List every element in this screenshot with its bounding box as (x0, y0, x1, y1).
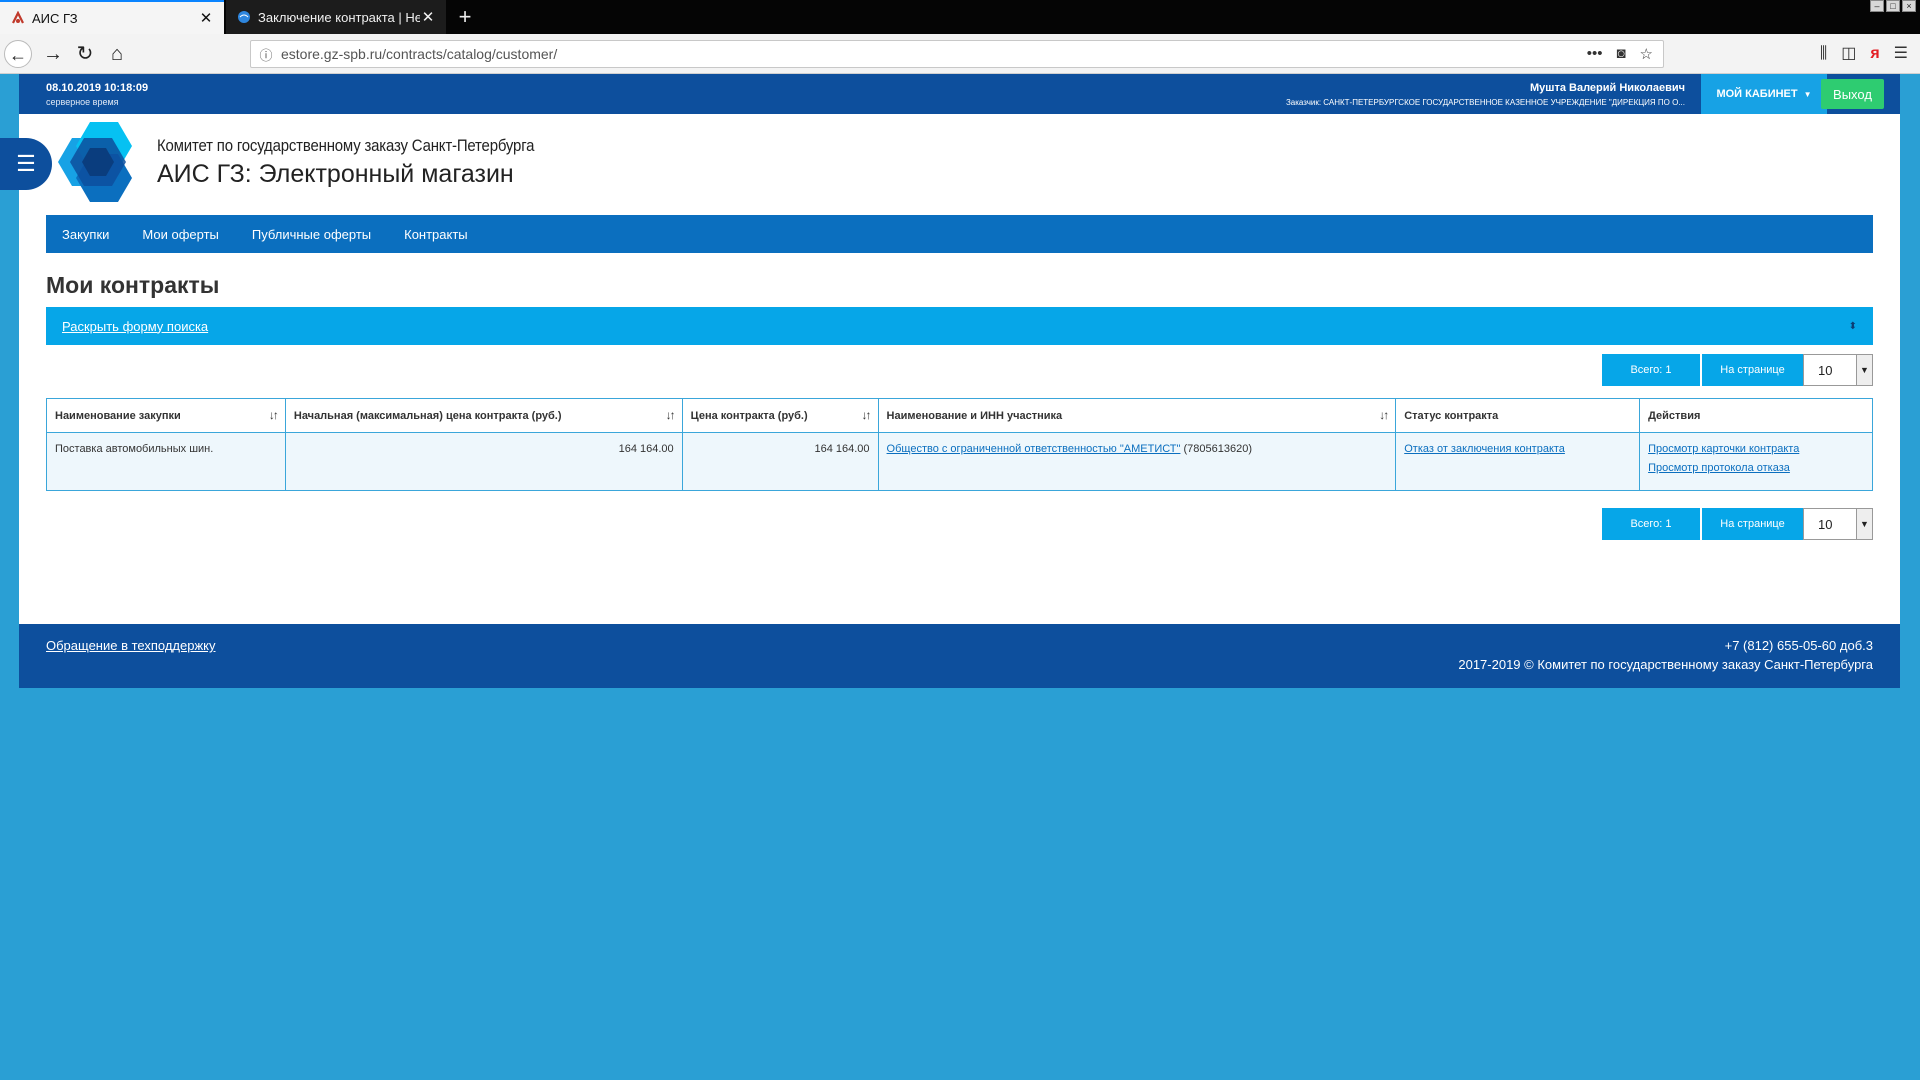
search-form-toggle-bar[interactable]: Раскрыть форму поиска ⬍ (46, 307, 1873, 345)
dropdown-arrow-icon[interactable]: ▼ (1856, 355, 1872, 385)
column-header-max-price[interactable]: Начальная (максимальная) цена контракта … (284, 398, 683, 433)
expand-toggle-icon[interactable]: ⬍ (1849, 321, 1857, 332)
per-page-label: На странице (1702, 508, 1803, 540)
browser-tab-help[interactable]: Заключение контракта | Help ✕ (226, 0, 446, 34)
pocket-icon[interactable]: ◙ (1616, 45, 1625, 63)
cell-price: 164 164.00 (681, 432, 879, 491)
per-page-value: 10 (1818, 516, 1833, 532)
browser-toolbar: ⫼ ◫ я ☰ (1820, 40, 1920, 68)
site-favicon-icon (10, 10, 26, 26)
column-header-purchase[interactable]: Наименование закупки ↓↑ (46, 398, 286, 433)
participant-link[interactable]: Общество с ограниченной ответственностью… (887, 443, 1181, 455)
page-actions-icon[interactable]: ••• (1587, 45, 1603, 63)
column-header-actions: Действия (1639, 398, 1873, 433)
address-bar[interactable]: ⓘ estore.gz-spb.ru/contracts/catalog/cus… (250, 40, 1664, 68)
cell-status: Отказ от заключения контракта (1395, 432, 1641, 491)
nav-item-contracts[interactable]: Контракты (404, 227, 468, 242)
user-name: Мушта Валерий Николаевич (1530, 82, 1685, 94)
contracts-table: Наименование закупки ↓↑ Начальная (максим… (46, 398, 1873, 491)
sort-icon[interactable]: ↓↑ (269, 408, 279, 422)
url-text: estore.gz-spb.ru/contracts/catalog/custo… (281, 46, 558, 62)
browser-tab-ais[interactable]: АИС ГЗ ✕ (0, 0, 224, 34)
dropdown-arrow-icon[interactable]: ▼ (1856, 509, 1872, 539)
view-contract-card-link[interactable]: Просмотр карточки контракта (1648, 443, 1864, 455)
my-cabinet-button[interactable]: МОЙ КАБИНЕТ ▼ (1701, 74, 1827, 114)
cell-purchase: Поставка автомобильных шин. (46, 432, 286, 491)
hamburger-menu-icon[interactable]: ☰ (0, 138, 52, 190)
minimize-icon[interactable]: – (1870, 0, 1884, 12)
reload-button[interactable]: ↻ (71, 40, 99, 68)
nav-item-my-offers[interactable]: Мои оферты (142, 227, 218, 242)
globe-icon (236, 9, 252, 25)
view-refusal-protocol-link[interactable]: Просмотр протокола отказа (1648, 462, 1864, 474)
pager-top: Всего: 1 На странице 10 ▼ (1602, 354, 1873, 386)
support-link[interactable]: Обращение в техподдержку (46, 638, 216, 653)
browser-navigation-bar: ← → ↻ ⌂ ⓘ estore.gz-spb.ru/contracts/cat… (0, 34, 1920, 74)
server-time: 08.10.2019 10:18:09 (46, 82, 149, 94)
close-window-icon[interactable]: × (1902, 0, 1916, 12)
sort-icon[interactable]: ↓↑ (1379, 408, 1389, 422)
cell-participant: Общество с ограниченной ответственностью… (877, 432, 1397, 491)
total-count: Всего: 1 (1602, 354, 1700, 386)
sort-icon[interactable]: ↓↑ (666, 408, 676, 422)
expand-search-link[interactable]: Раскрыть форму поиска (62, 319, 1849, 334)
tab-title: Заключение контракта | Help (258, 9, 420, 25)
nav-item-public-offers[interactable]: Публичные оферты (252, 227, 371, 242)
main-navigation: Закупки Мои оферты Публичные оферты Конт… (46, 215, 1873, 253)
sidebar-icon[interactable]: ◫ (1841, 40, 1856, 68)
per-page-label: На странице (1702, 354, 1803, 386)
participant-inn: (7805613620) (1183, 443, 1253, 455)
support-phone: +7 (812) 655-05-60 доб.3 (1724, 638, 1873, 653)
page: 08.10.2019 10:18:09 серверное время Мушт… (0, 74, 1900, 688)
back-button[interactable]: ← (4, 40, 32, 68)
close-tab-icon[interactable]: ✕ (420, 8, 436, 26)
cell-max-price: 164 164.00 (284, 432, 683, 491)
organization-name: Комитет по государственному заказу Санкт… (157, 136, 535, 155)
footer: Обращение в техподдержку +7 (812) 655-05… (19, 624, 1900, 688)
column-header-status: Статус контракта (1395, 398, 1641, 433)
tab-title: АИС ГЗ (32, 10, 78, 26)
page-title: Мои контракты (46, 272, 220, 298)
sort-icon[interactable]: ↓↑ (862, 408, 872, 422)
browser-menu-icon[interactable]: ☰ (1894, 40, 1908, 68)
per-page-value: 10 (1818, 362, 1833, 378)
browser-tab-strip: АИС ГЗ ✕ Заключение контракта | Help ✕ +… (0, 0, 1920, 34)
per-page-select[interactable]: 10 ▼ (1803, 508, 1873, 540)
pager-bottom: Всего: 1 На странице 10 ▼ (1602, 508, 1873, 540)
forward-button[interactable]: → (39, 40, 67, 68)
logo-icon (58, 122, 132, 202)
logout-button[interactable]: Выход (1821, 79, 1884, 109)
total-count: Всего: 1 (1602, 508, 1700, 540)
yandex-icon[interactable]: я (1870, 40, 1879, 68)
column-header-participant[interactable]: Наименование и ИНН участника ↓↑ (877, 398, 1397, 433)
site-info-icon[interactable]: ⓘ (251, 45, 281, 64)
top-info-strip: 08.10.2019 10:18:09 серверное время Мушт… (19, 74, 1900, 114)
my-cabinet-label: МОЙ КАБИНЕТ (1716, 88, 1798, 100)
status-link[interactable]: Отказ от заключения контракта (1404, 443, 1565, 455)
home-button[interactable]: ⌂ (103, 40, 131, 68)
per-page-select[interactable]: 10 ▼ (1803, 354, 1873, 386)
customer-organization: Заказчик: САНКТ-ПЕТЕРБУРГСКОЕ ГОСУДАРСТВ… (1285, 98, 1685, 107)
cell-actions: Просмотр карточки контракта Просмотр про… (1639, 432, 1873, 491)
app-name: АИС ГЗ: Электронный магазин (157, 160, 514, 188)
caret-down-icon: ▼ (1803, 89, 1812, 99)
bookmark-star-icon[interactable]: ☆ (1640, 45, 1653, 63)
maximize-icon[interactable]: □ (1886, 0, 1900, 12)
copyright: 2017-2019 © Комитет по государственному … (1458, 657, 1873, 672)
nav-item-purchases[interactable]: Закупки (62, 227, 109, 242)
close-tab-icon[interactable]: ✕ (198, 9, 214, 27)
table-row: Поставка автомобильных шин. 164 164.00 1… (46, 432, 1873, 491)
window-controls: – □ × (1870, 0, 1916, 12)
library-icon[interactable]: ⫼ (1820, 40, 1827, 68)
column-header-price[interactable]: Цена контракта (руб.) ↓↑ (681, 398, 879, 433)
server-time-label: серверное время (46, 97, 119, 107)
new-tab-button[interactable]: + (452, 4, 478, 30)
